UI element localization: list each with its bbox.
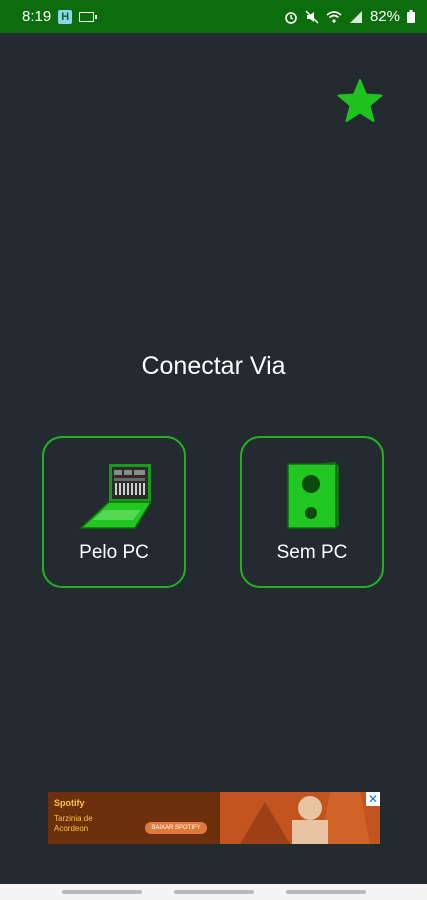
- navigation-bar: [0, 884, 427, 900]
- ad-text: Tarzinia de Acordeon: [54, 814, 93, 833]
- ad-text-panel: Spotify Tarzinia de Acordeon BAIXAR SPOT…: [48, 792, 220, 844]
- no-pc-option-label: Sem PC: [276, 542, 348, 563]
- alarm-icon: [285, 11, 297, 24]
- battery-percent: 82%: [369, 8, 400, 25]
- ad-banner[interactable]: Spotify Tarzinia de Acordeon BAIXAR SPOT…: [48, 792, 380, 844]
- ad-brand: Spotify: [54, 798, 85, 808]
- ad-close-icon[interactable]: ✕: [366, 792, 380, 806]
- app-notification-icon: H: [58, 9, 73, 24]
- ad-image-graphic: [220, 792, 380, 844]
- ad-cta-button[interactable]: BAIXAR SPOTIFY: [145, 822, 207, 834]
- nav-back-button[interactable]: [286, 890, 366, 894]
- page-title: Conectar Via: [141, 352, 286, 380]
- wifi-icon: [326, 10, 342, 23]
- star-icon[interactable]: [337, 78, 383, 124]
- status-bar: 8:19 H 82%: [0, 0, 427, 33]
- speaker-icon: [287, 462, 339, 529]
- status-time: 8:19: [22, 8, 52, 25]
- battery-saver-icon: [79, 11, 98, 22]
- nav-home-button[interactable]: [174, 890, 254, 894]
- pc-option-label: Pelo PC: [79, 542, 149, 563]
- battery-icon: [407, 10, 415, 23]
- mute-icon: [305, 9, 319, 24]
- laptop-icon: [79, 464, 151, 529]
- nav-recents-button[interactable]: [62, 890, 142, 894]
- connect-without-pc-button[interactable]: Sem PC: [240, 436, 384, 588]
- signal-icon: [349, 10, 362, 23]
- connect-via-pc-button[interactable]: Pelo PC: [42, 436, 186, 588]
- ad-image: [220, 792, 380, 844]
